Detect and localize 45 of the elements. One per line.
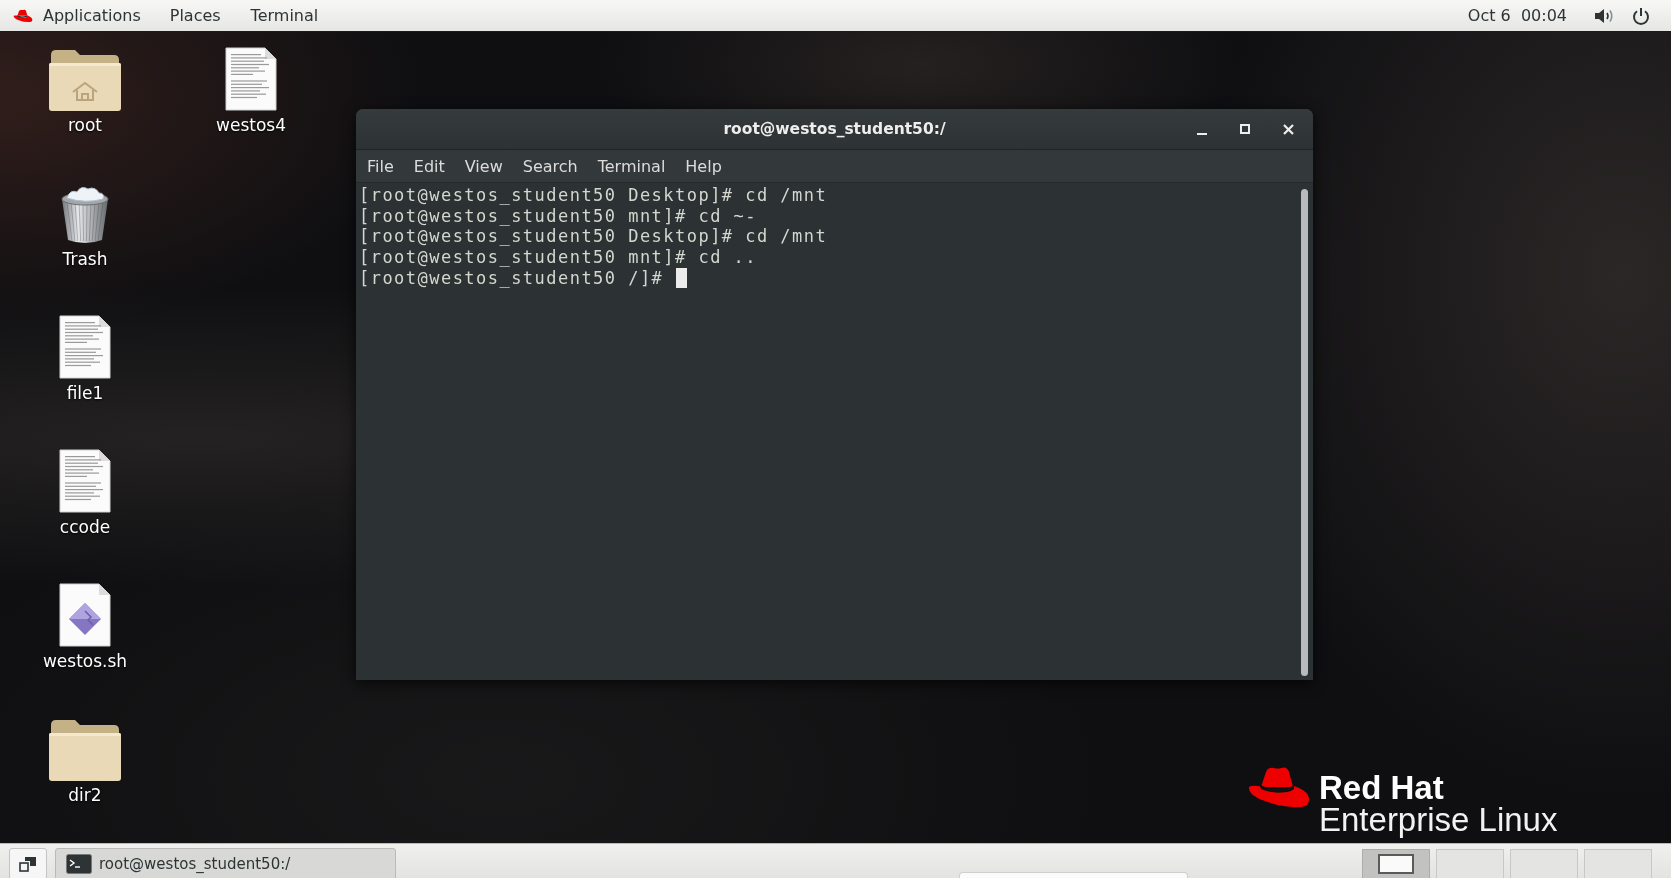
file-name-label: westos.sh — [42, 651, 128, 671]
show-desktop-icon — [19, 855, 37, 872]
clock[interactable]: Oct 6 00:04 — [1467, 6, 1567, 25]
menu-item[interactable]: View — [454, 156, 513, 176]
brand-name: Red Hat — [1319, 772, 1445, 804]
hat-icon — [1247, 765, 1311, 810]
folder-icon[interactable] — [49, 719, 121, 781]
menu-item[interactable]: Terminal — [587, 156, 676, 176]
workspace-button[interactable] — [1362, 848, 1430, 878]
menu-item[interactable]: File — [357, 156, 404, 176]
document-icon[interactable] — [59, 315, 111, 379]
show-desktop-button[interactable] — [9, 847, 47, 878]
terminal-line: [root@westos_student50 mnt]# cd ~- — [359, 205, 757, 227]
applications-menu[interactable]: Applications — [13, 6, 155, 25]
terminal-line: [root@westos_student50 Desktop]# cd /mnt — [359, 226, 828, 248]
home-folder-icon[interactable] — [49, 49, 121, 111]
file-name-label: root — [67, 115, 103, 135]
terminal-line: [root@westos_student50 Desktop]# cd /mnt — [359, 185, 828, 206]
menu-item[interactable]: Help — [675, 156, 732, 176]
top-menu-item[interactable]: Places — [154, 6, 236, 25]
script-file-icon[interactable] — [59, 583, 111, 647]
close-icon — [1282, 123, 1294, 135]
file-name-label: westos4 — [216, 115, 286, 135]
power-icon[interactable] — [1632, 6, 1650, 25]
volume-icon[interactable] — [1594, 7, 1614, 24]
minimize-icon — [1197, 133, 1207, 135]
file-name-label: dir2 — [68, 785, 102, 805]
terminal-line: [root@westos_student50 /]# — [359, 267, 664, 289]
terminal-line: [root@westos_student50 mnt]# cd .. — [359, 247, 757, 268]
top-menu-item[interactable]: Terminal — [235, 6, 334, 25]
scrollbar[interactable] — [1301, 189, 1308, 676]
hat-icon — [13, 8, 33, 23]
document-icon[interactable] — [225, 47, 277, 111]
terminal-output[interactable]: [root@westos_student50 Desktop]# cd /mnt [root@westos_student50 mnt]# cd ~- [root@westos_student50 Desktop]# cd /mnt [root@westos_student50 mnt]# cd .. [root@westos_student50 /]# — [356, 183, 1313, 680]
menu-item[interactable]: Search — [512, 156, 588, 176]
file-name-label: ccode — [59, 517, 111, 537]
window-title: root@westos_student50:/ — [723, 120, 946, 138]
product-name: Enterprise Linux — [1319, 804, 1558, 836]
menu-item[interactable]: Edit — [403, 156, 455, 176]
file-name-label: file1 — [66, 383, 104, 403]
maximize-icon — [1240, 124, 1250, 134]
terminal-icon — [66, 853, 92, 874]
file-name-label: Trash — [62, 249, 108, 269]
window-list-button[interactable]: root@westos_student50:/ — [55, 847, 396, 878]
document-icon[interactable] — [59, 449, 111, 513]
